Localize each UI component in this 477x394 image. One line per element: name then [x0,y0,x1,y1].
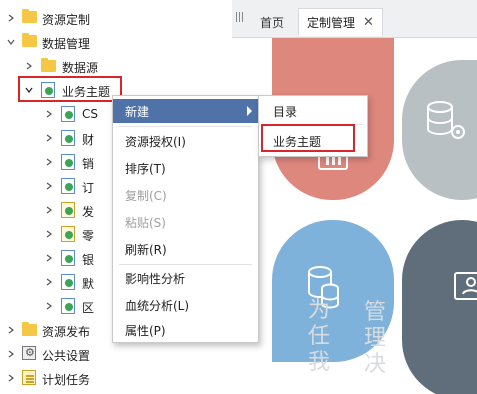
workspace: 首页 定制管理 ✕ 为 任 我 管 理 决 [232,0,477,394]
tree-item-label: 公共设置 [42,349,91,363]
tree-item-scheduled-tasks[interactable]: 计划任务 [0,366,232,390]
menu-separator [119,264,252,265]
tree-item-resource-custom[interactable]: 资源定制 [0,6,232,30]
folder-icon [22,33,37,47]
menu-item-label: 排序(T) [125,161,166,176]
theme-icon [61,274,75,290]
chevron-right-icon[interactable] [44,157,54,167]
menu-item-resource-auth[interactable]: 资源授权(I) [113,129,258,153]
menu-separator [119,126,252,127]
menu-item-label: 资源授权(I) [125,134,186,149]
chevron-right-icon[interactable] [44,181,54,191]
tree-item-label: 资源发布 [42,325,91,339]
tree-item-label: 默 [82,277,95,291]
theme-icon [61,130,75,146]
theme-icon [61,298,75,314]
tree-item-label: 数据管理 [42,37,91,51]
tile-database-settings[interactable] [402,60,477,200]
menu-item-refresh[interactable]: 刷新(R) [113,237,258,261]
context-menu: 新建 资源授权(I) 排序(T) 复制(C) 粘贴(S) 刷新(R) 影响性分析… [112,95,259,343]
menu-item-label: 复制(C) [125,188,167,203]
submenu-item-directory[interactable]: 目录 [259,98,367,124]
menu-item-new[interactable]: 新建 [113,99,258,123]
tab-home[interactable]: 首页 [252,8,292,36]
folder-icon [41,58,56,72]
theme-icon [61,250,75,266]
menu-item-label: 属性(P) [125,323,166,338]
chevron-right-icon[interactable] [6,325,16,335]
theme-icon [61,226,75,242]
chevron-right-icon[interactable] [44,133,54,143]
task-icon [22,370,36,385]
tree-item-label: 数据源 [62,61,99,75]
menu-item-paste[interactable]: 粘贴(S) [113,210,258,234]
dashboard: 为 任 我 管 理 决 [232,38,477,394]
chevron-right-icon[interactable] [24,61,34,71]
watermark-text: 决 [364,352,387,377]
gear-icon [22,346,36,360]
chevron-down-icon[interactable] [6,37,16,47]
chevron-right-icon[interactable] [44,277,54,287]
tree-item-data-source[interactable]: 数据源 [0,54,232,78]
folder-icon [22,9,37,23]
menu-item-label: 刷新(R) [125,242,167,257]
menu-item-label: 血统分析(L) [125,298,190,313]
tree-item-label: 资源定制 [42,13,91,27]
tree-item-label: 订 [82,181,95,195]
tree-item-label: 区 [82,301,95,315]
theme-icon [61,154,75,170]
theme-icon [61,202,75,218]
watermark-text: 为 [308,298,331,323]
tab-label: 首页 [260,15,285,30]
menu-item-properties[interactable]: 属性(P) [113,318,258,342]
tree-item-label: 发 [82,205,95,219]
tree-item-public-settings[interactable]: 公共设置 [0,342,232,366]
watermark-text: 理 [364,326,387,351]
menu-item-lineage-analysis[interactable]: 血统分析(L) [113,293,258,317]
chevron-right-icon[interactable] [6,373,16,383]
database-gear-icon [427,101,465,139]
chevron-right-icon[interactable] [6,349,16,359]
tree-item-data-management[interactable]: 数据管理 [0,30,232,54]
close-icon[interactable]: ✕ [363,15,374,30]
theme-icon [61,106,75,122]
chevron-right-icon[interactable] [44,109,54,119]
tree-item-label: 零 [82,229,95,243]
tab-bar: 首页 定制管理 ✕ [232,0,477,38]
tree-item-label: 财 [82,133,95,147]
watermark-text: 我 [308,350,331,375]
tree-item-label: 银 [82,253,95,267]
tab-label: 定制管理 [307,15,356,30]
tree-item-label: CS [82,107,98,121]
theme-icon [61,178,75,194]
tree-item-label: 计划任务 [42,373,91,387]
tab-custom-management[interactable]: 定制管理 ✕ [298,8,383,36]
chevron-right-icon[interactable] [44,229,54,239]
menu-item-label: 目录 [273,104,298,119]
menu-item-label: 影响性分析 [125,271,186,286]
watermark-text: 管 [364,300,387,325]
chevron-right-icon[interactable] [44,301,54,311]
menu-item-copy[interactable]: 复制(C) [113,183,258,207]
folder-icon [22,322,37,336]
submenu-arrow-icon [247,106,252,116]
highlight-box [261,124,355,152]
menu-item-sort[interactable]: 排序(T) [113,156,258,180]
menu-item-label: 新建 [125,104,150,119]
tab-drag-handle[interactable] [235,12,245,24]
tree-item-label: 销 [82,157,95,171]
chevron-right-icon[interactable] [44,205,54,215]
tile-user-management[interactable] [402,220,477,394]
menu-item-impact-analysis[interactable]: 影响性分析 [113,266,258,290]
watermark-text: 任 [308,324,331,349]
chevron-right-icon[interactable] [6,13,16,23]
chevron-right-icon[interactable] [44,253,54,263]
monitor-user-icon [454,272,477,300]
menu-item-label: 粘贴(S) [125,215,166,230]
highlight-box [18,76,122,102]
